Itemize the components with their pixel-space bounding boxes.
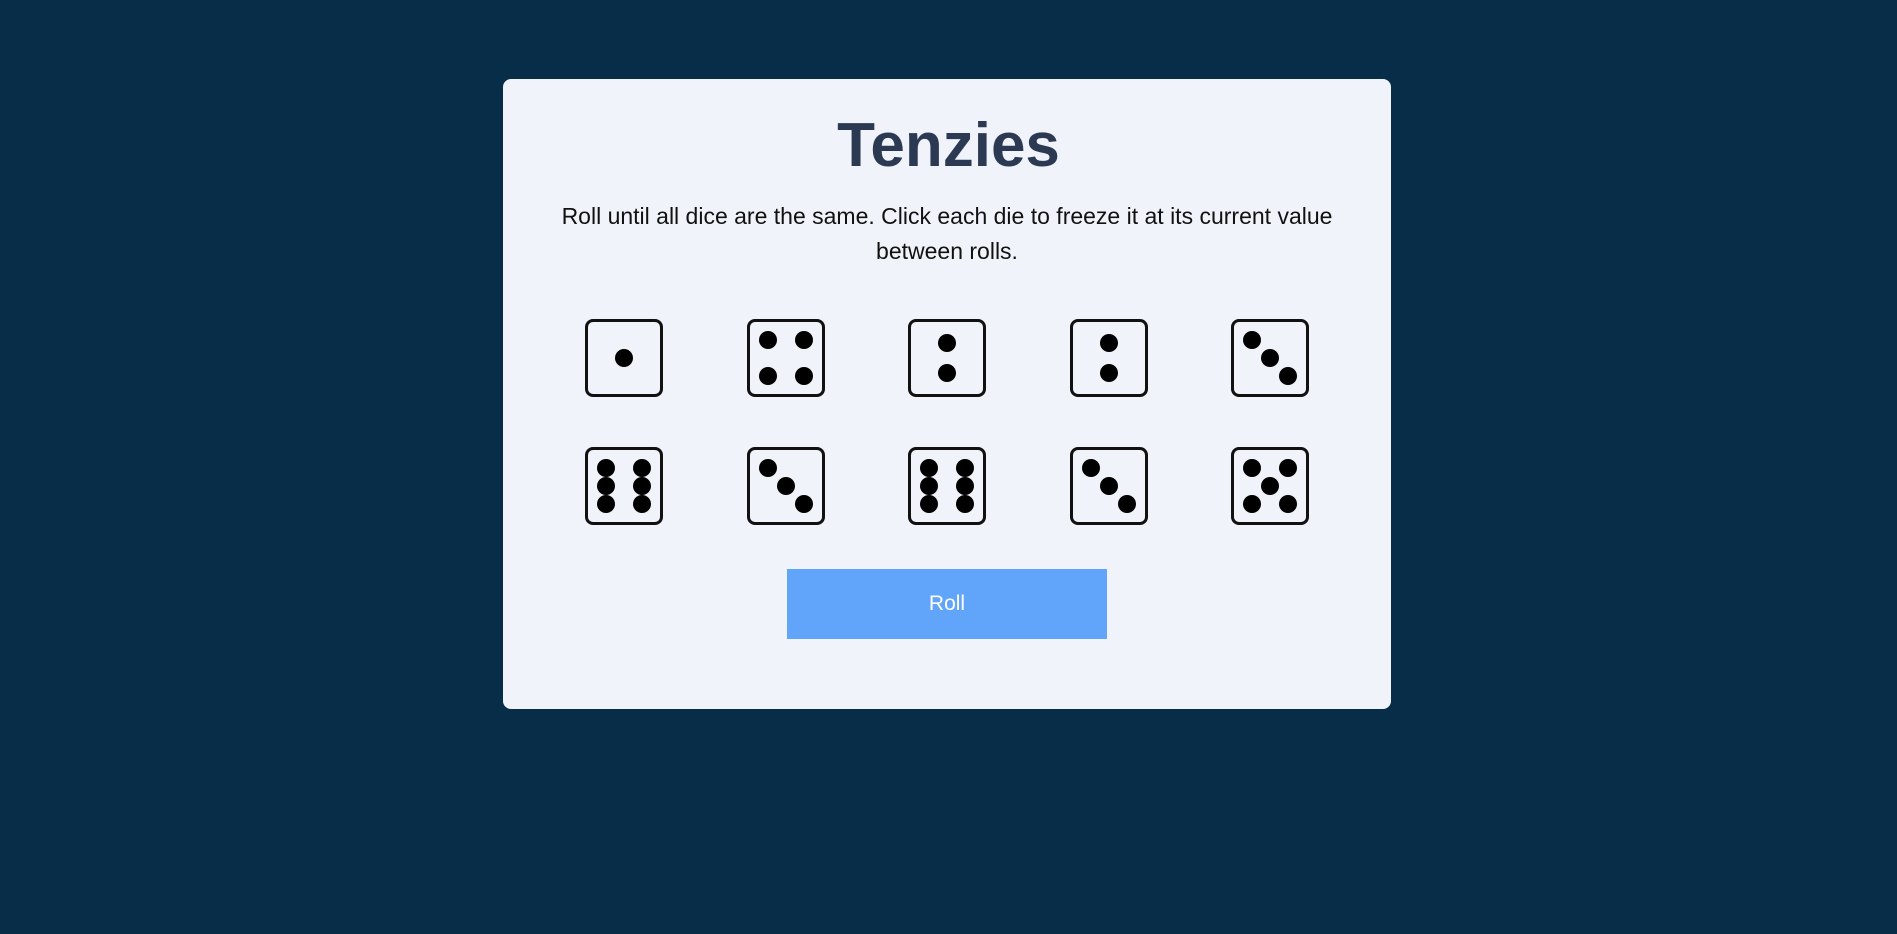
die-pip (795, 331, 813, 349)
die-pip (597, 495, 615, 513)
die-4-two-icon[interactable] (1070, 319, 1148, 397)
die-1-one-icon[interactable] (585, 319, 663, 397)
die-5-three-icon[interactable] (1231, 319, 1309, 397)
die-pip (1243, 331, 1261, 349)
die-pip (633, 495, 651, 513)
die-pip (759, 331, 777, 349)
game-title: Tenzies (837, 111, 1060, 180)
die-pip (1243, 459, 1261, 477)
die-pip (1100, 477, 1118, 495)
die-pip (615, 349, 633, 367)
die-pip (1118, 495, 1136, 513)
die-pip (1243, 495, 1261, 513)
die-pip (920, 459, 938, 477)
die-pip (938, 364, 956, 382)
die-pip (920, 495, 938, 513)
die-pip (795, 495, 813, 513)
die-3-two-icon[interactable] (908, 319, 986, 397)
die-pip (759, 367, 777, 385)
game-instructions: Roll until all dice are the same. Click … (561, 203, 1333, 264)
die-2-four-icon[interactable] (747, 319, 825, 397)
die-pip (920, 477, 938, 495)
die-pip (777, 477, 795, 495)
die-6-six-icon[interactable] (585, 447, 663, 525)
die-pip (597, 459, 615, 477)
die-pip (1261, 477, 1279, 495)
die-8-six-icon[interactable] (908, 447, 986, 525)
die-pip (1261, 349, 1279, 367)
die-10-five-icon[interactable] (1231, 447, 1309, 525)
roll-button[interactable]: Roll (787, 569, 1107, 639)
die-pip (759, 459, 777, 477)
die-pip (1279, 495, 1297, 513)
die-pip (956, 477, 974, 495)
die-pip (1100, 364, 1118, 382)
die-pip (1100, 334, 1118, 352)
die-pip (1279, 367, 1297, 385)
die-9-three-icon[interactable] (1070, 447, 1148, 525)
die-pip (956, 495, 974, 513)
die-pip (633, 477, 651, 495)
die-pip (1279, 459, 1297, 477)
die-pip (633, 459, 651, 477)
die-pip (938, 334, 956, 352)
die-pip (956, 459, 974, 477)
die-pip (795, 367, 813, 385)
die-pip (597, 477, 615, 495)
die-7-three-icon[interactable] (747, 447, 825, 525)
die-pip (1082, 459, 1100, 477)
